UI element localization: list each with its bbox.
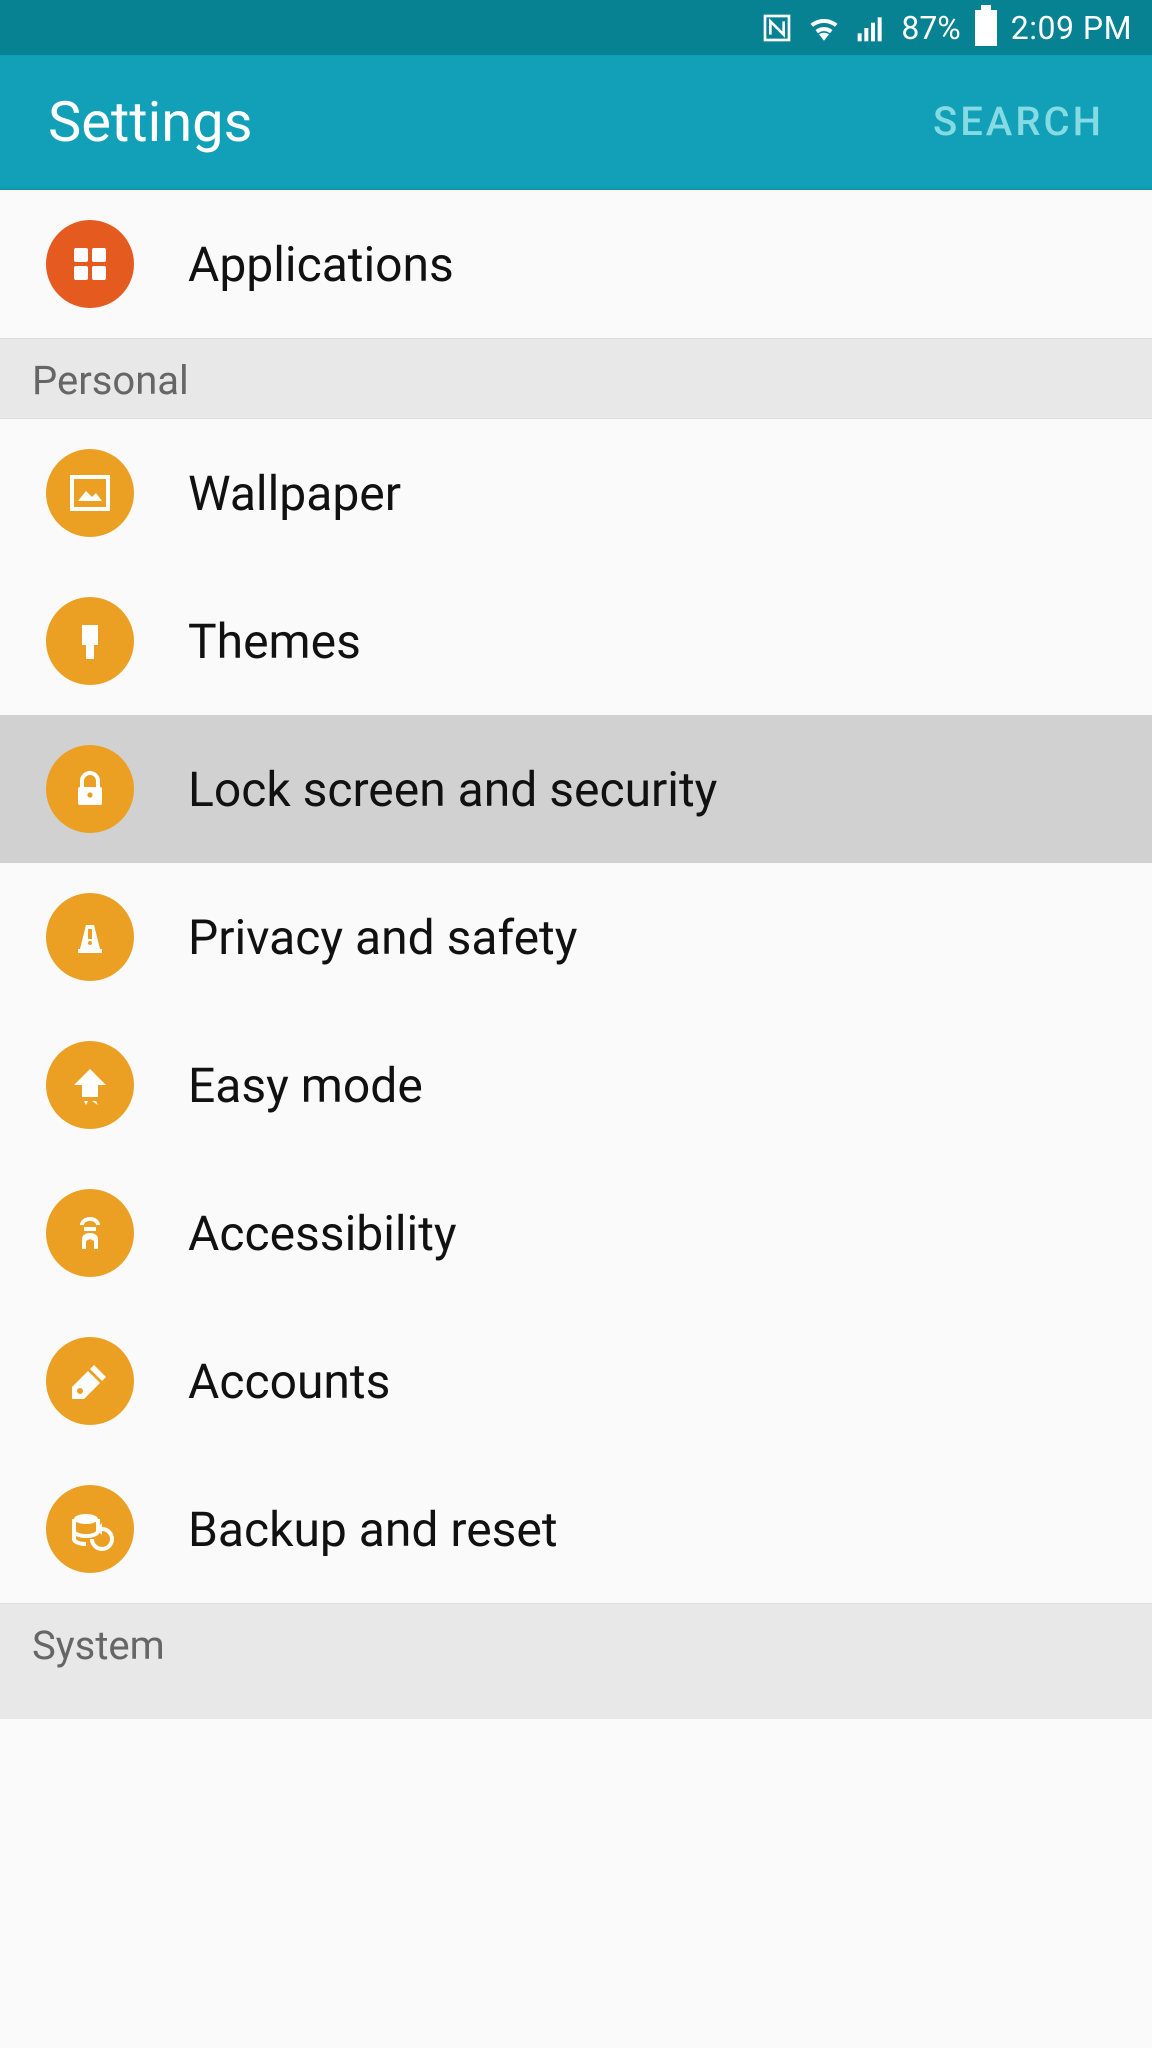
section-header-personal: Personal bbox=[0, 338, 1152, 419]
privacy-icon bbox=[46, 893, 134, 981]
settings-item-label: Easy mode bbox=[188, 1057, 423, 1114]
apps-icon bbox=[46, 220, 134, 308]
settings-item-lock-security[interactable]: Lock screen and security bbox=[0, 715, 1152, 863]
themes-icon bbox=[46, 597, 134, 685]
backup-icon bbox=[46, 1485, 134, 1573]
page-title: Settings bbox=[48, 89, 252, 155]
section-header-system: System bbox=[0, 1603, 1152, 1719]
accessibility-icon bbox=[46, 1189, 134, 1277]
settings-item-label: Accounts bbox=[188, 1353, 390, 1410]
easy-mode-icon bbox=[46, 1041, 134, 1129]
settings-item-accounts[interactable]: Accounts bbox=[0, 1307, 1152, 1455]
status-bar: 87% 2:09 PM bbox=[0, 0, 1152, 55]
search-button[interactable]: SEARCH bbox=[933, 98, 1104, 145]
lock-icon bbox=[46, 745, 134, 833]
settings-item-label: Accessibility bbox=[188, 1205, 457, 1262]
settings-item-accessibility[interactable]: Accessibility bbox=[0, 1159, 1152, 1307]
action-bar: Settings SEARCH bbox=[0, 55, 1152, 190]
signal-icon bbox=[855, 12, 887, 44]
battery-icon bbox=[975, 10, 997, 46]
settings-item-label: Applications bbox=[188, 236, 454, 293]
settings-item-label: Wallpaper bbox=[188, 465, 401, 522]
settings-item-privacy[interactable]: Privacy and safety bbox=[0, 863, 1152, 1011]
settings-item-label: Themes bbox=[188, 613, 361, 670]
clock: 2:09 PM bbox=[1011, 9, 1132, 47]
settings-item-themes[interactable]: Themes bbox=[0, 567, 1152, 715]
settings-item-easy-mode[interactable]: Easy mode bbox=[0, 1011, 1152, 1159]
settings-item-wallpaper[interactable]: Wallpaper bbox=[0, 419, 1152, 567]
accounts-icon bbox=[46, 1337, 134, 1425]
wallpaper-icon bbox=[46, 449, 134, 537]
settings-item-label: Privacy and safety bbox=[188, 909, 577, 966]
battery-percent: 87% bbox=[901, 9, 960, 47]
wifi-icon bbox=[807, 11, 841, 45]
settings-item-label: Backup and reset bbox=[188, 1501, 558, 1558]
settings-list: Applications Personal Wallpaper Themes L… bbox=[0, 190, 1152, 1719]
settings-item-label: Lock screen and security bbox=[188, 761, 717, 818]
settings-item-backup-reset[interactable]: Backup and reset bbox=[0, 1455, 1152, 1603]
nfc-icon bbox=[761, 12, 793, 44]
settings-item-applications[interactable]: Applications bbox=[0, 190, 1152, 338]
